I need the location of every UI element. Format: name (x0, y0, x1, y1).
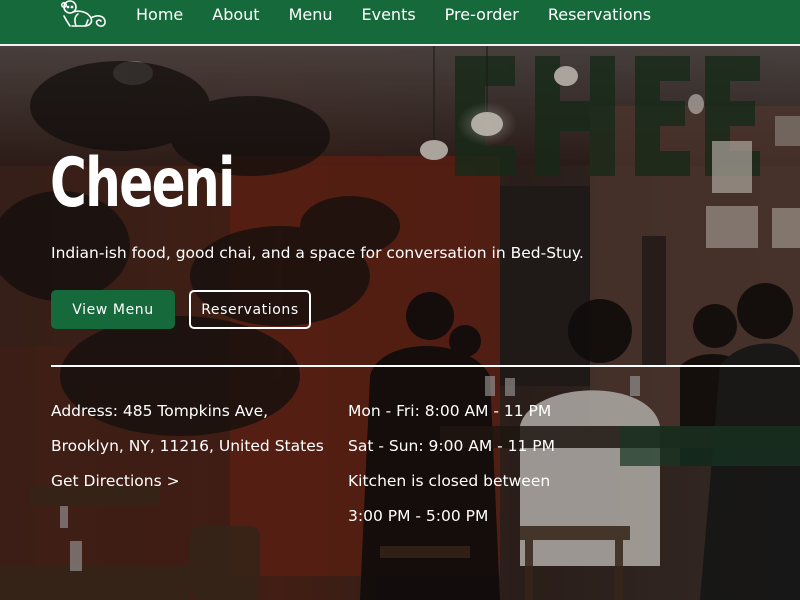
nav-links: Home About Menu Events Pre-order Reserva… (136, 5, 680, 24)
nav-item-menu[interactable]: Menu (289, 5, 333, 24)
nav-item-reservations[interactable]: Reservations (548, 5, 651, 24)
hours-weekends: Sat - Sun: 9:00 AM - 11 PM (348, 437, 556, 455)
view-menu-button[interactable]: View Menu (51, 290, 175, 329)
top-navigation: Home About Menu Events Pre-order Reserva… (0, 0, 800, 46)
reservations-button[interactable]: Reservations (189, 290, 311, 329)
nav-item-pre-order[interactable]: Pre-order (445, 5, 519, 24)
nav-item-events[interactable]: Events (362, 5, 416, 24)
address-line-1: Address: 485 Tompkins Ave, (51, 402, 269, 420)
monkey-logo-icon[interactable] (58, 0, 110, 32)
hours-weekdays: Mon - Fri: 8:00 AM - 11 PM (348, 402, 552, 420)
section-divider (51, 365, 800, 367)
nav-item-home[interactable]: Home (136, 5, 183, 24)
restaurant-name-heading: Cheeni (50, 144, 235, 223)
nav-item-about[interactable]: About (212, 5, 259, 24)
kitchen-closed-hours: 3:00 PM - 5:00 PM (348, 507, 489, 525)
get-directions-link[interactable]: Get Directions > (51, 472, 180, 490)
kitchen-closed-note: Kitchen is closed between (348, 472, 551, 490)
address-line-2: Brooklyn, NY, 11216, United States (51, 437, 324, 455)
hero-tagline: Indian-ish food, good chai, and a space … (51, 244, 584, 262)
